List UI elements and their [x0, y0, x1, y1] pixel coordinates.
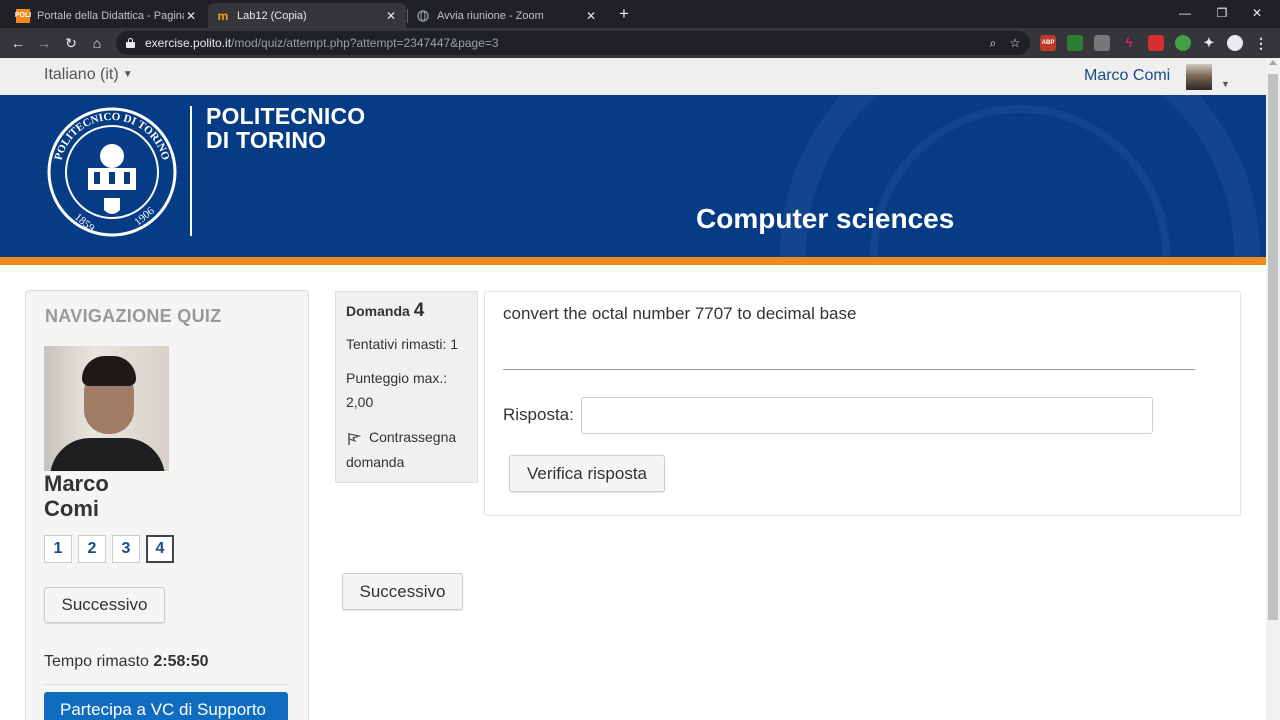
flag-question-link[interactable]: Contrassegna — [369, 429, 456, 445]
profile-avatar-icon[interactable] — [1227, 35, 1243, 51]
time-remaining: Tempo rimasto 2:58:50 — [44, 653, 209, 670]
attempts-remaining: Tentativi rimasti: 1 — [346, 336, 459, 352]
pink-extension-icon[interactable]: ϟ — [1121, 35, 1137, 51]
browser-toolbar: ← → ↻ ⌂ exercise.polito.it/mod/quiz/atte… — [0, 28, 1280, 58]
max-score-label: Punteggio max.: — [346, 370, 448, 386]
bookmark-star-icon[interactable]: ☆ — [1006, 34, 1024, 52]
question-nav-button[interactable]: 1 — [44, 535, 72, 563]
browser-tab-bar: POLI Portale della Didattica - Pagina di… — [0, 0, 1280, 28]
caret-down-icon: ▼ — [122, 69, 133, 80]
max-score-value: 2,00 — [346, 394, 374, 410]
user-menu-name[interactable]: Marco Comi — [1084, 67, 1170, 85]
tab-title: Lab12 (Copia) — [237, 9, 307, 22]
tab-separator — [407, 9, 408, 23]
language-selector[interactable]: Italiano (it) ▼ — [44, 66, 133, 84]
scrollbar-thumb[interactable] — [1268, 74, 1278, 620]
banner-accent-bar — [0, 257, 1266, 265]
tab-lab12[interactable]: m Lab12 (Copia) ✕ — [208, 3, 406, 28]
close-tab-icon[interactable]: ✕ — [584, 9, 598, 23]
tab-title: Avvia riunione - Zoom — [437, 9, 544, 22]
top-nav: Italiano (it) ▼ Marco Comi — [0, 58, 1266, 95]
question-number: Domanda 4 — [346, 300, 425, 321]
puzzle-extensions-icon[interactable]: ✦ — [1201, 35, 1217, 51]
check-answer-button[interactable]: Verifica risposta — [509, 455, 665, 492]
home-icon[interactable]: ⌂ — [87, 33, 107, 53]
student-name: Marco Comi — [44, 471, 109, 521]
course-title[interactable]: Computer sciences — [696, 203, 954, 235]
question-divider — [503, 369, 1195, 370]
flag-question-link-2[interactable]: domanda — [346, 454, 404, 470]
url-text: exercise.polito.it/mod/quiz/attempt.php?… — [145, 36, 499, 50]
forward-icon[interactable]: → — [34, 33, 54, 53]
new-tab-icon[interactable]: + — [616, 4, 632, 24]
reload-icon[interactable]: ↻ — [61, 33, 81, 53]
tab-portale[interactable]: POLI Portale della Didattica - Pagina di… — [8, 3, 206, 28]
divider — [44, 684, 288, 685]
politecnico-seal-icon[interactable]: POLITECNICO DI TORINO 1859 1906 — [46, 106, 178, 238]
close-tab-icon[interactable]: ✕ — [184, 9, 198, 23]
back-icon[interactable]: ← — [8, 33, 28, 53]
next-page-button[interactable]: Successivo — [342, 573, 463, 610]
lock-icon — [126, 38, 135, 48]
adblock-icon[interactable]: ABP — [1040, 35, 1056, 51]
moodle-favicon-icon: m — [217, 8, 229, 23]
zoom-icon[interactable]: ⌕ — [984, 34, 1002, 52]
address-bar[interactable]: exercise.polito.it/mod/quiz/attempt.php?… — [116, 31, 1030, 55]
tab-zoom[interactable]: Avvia riunione - Zoom ✕ — [408, 3, 606, 28]
nav-next-button[interactable]: Successivo — [44, 587, 165, 623]
quiz-navigation-title: NAVIGAZIONE QUIZ — [45, 306, 222, 326]
gray-extension-icon[interactable] — [1094, 35, 1110, 51]
close-window-icon[interactable]: ✕ — [1240, 0, 1274, 28]
flag-icon[interactable] — [347, 432, 361, 446]
user-avatar[interactable] — [1186, 64, 1212, 90]
maximize-icon[interactable]: ❐ — [1205, 0, 1239, 28]
minimize-icon[interactable]: — — [1168, 0, 1202, 28]
answer-input[interactable] — [581, 397, 1153, 434]
menu-dots-icon[interactable]: ⋮ — [1253, 35, 1269, 51]
scroll-up-arrow-icon[interactable] — [1269, 60, 1277, 65]
join-support-vc-button[interactable]: Partecipa a VC di Supporto — [44, 692, 288, 720]
question-nav-button[interactable]: 3 — [112, 535, 140, 563]
poli-favicon-icon: POLI — [15, 8, 31, 23]
university-logo-text[interactable]: POLITECNICO DI TORINO — [206, 104, 365, 152]
user-caret-down-icon[interactable]: ▼ — [1221, 79, 1230, 89]
tab-title: Portale della Didattica - Pagina di — [37, 9, 184, 22]
green-extension-icon[interactable] — [1067, 35, 1083, 51]
globe-favicon-icon — [416, 9, 430, 23]
red-extension-icon[interactable] — [1148, 35, 1164, 51]
question-nav-button[interactable]: 2 — [78, 535, 106, 563]
timer-value: 2:58:50 — [153, 653, 209, 670]
logo-divider — [190, 106, 192, 236]
question-nav-button-current[interactable]: 4 — [146, 535, 174, 563]
student-photo — [44, 346, 169, 471]
close-tab-icon[interactable]: ✕ — [384, 9, 398, 23]
answer-label: Risposta: — [503, 405, 574, 424]
mail-extension-icon[interactable] — [1175, 35, 1191, 51]
question-text: convert the octal number 7707 to decimal… — [503, 304, 857, 323]
